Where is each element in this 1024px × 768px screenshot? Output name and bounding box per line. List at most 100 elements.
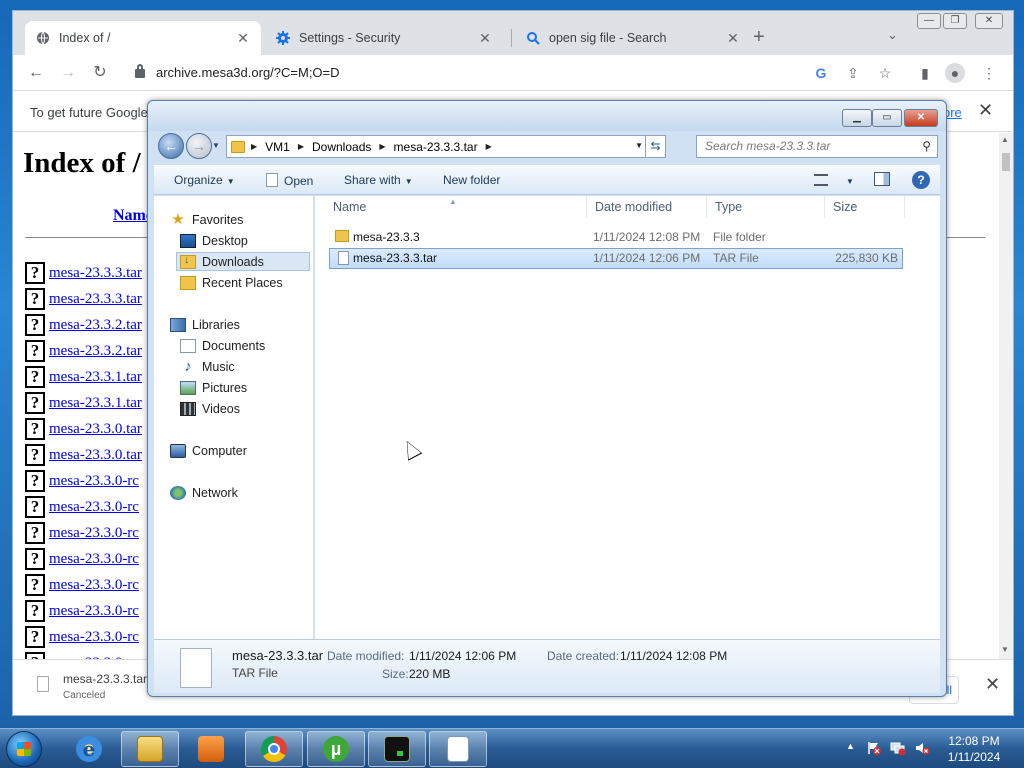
preview-pane-icon[interactable] — [874, 172, 890, 186]
menu-kebab-icon[interactable]: ⋮ — [979, 63, 999, 83]
search-input[interactable]: Search mesa-23.3.3.tar ⚲ — [696, 135, 938, 158]
column-header-name[interactable]: Name ▲ — [325, 196, 587, 218]
tab-settings-security[interactable]: Settings - Security ✕ — [265, 21, 503, 55]
nav-favorites[interactable]: ★ Favorites — [170, 210, 243, 229]
forward-icon[interactable]: → — [57, 62, 79, 84]
infobar-close-icon[interactable]: ✕ — [978, 100, 993, 121]
list-item-selected[interactable]: mesa-23.3.3.tar 1/11/2024 12:06 PM TAR F… — [329, 248, 903, 269]
file-link[interactable]: mesa-23.3.3.tar — [49, 291, 142, 308]
maximize-button[interactable]: ▭ — [872, 109, 902, 127]
taskbar-notepad[interactable] — [429, 731, 487, 767]
network-status-icon[interactable] — [890, 740, 906, 756]
file-link[interactable]: mesa-23.3.0-rc — [49, 525, 139, 542]
close-shelf-icon[interactable]: ✕ — [985, 674, 1000, 695]
action-center-flag-icon[interactable] — [866, 740, 882, 756]
volume-muted-icon[interactable] — [914, 740, 930, 756]
address-bar[interactable]: archive.mesa3d.org/?C=M;O=D — [156, 65, 340, 80]
nav-downloads[interactable]: Downloads — [176, 252, 310, 271]
taskbar-chrome[interactable] — [245, 731, 303, 767]
taskbar-utorrent[interactable]: µ — [307, 731, 365, 767]
file-link[interactable]: mesa-23.3.0-rc — [49, 473, 139, 490]
file-link[interactable]: mesa-23.3.2.tar — [49, 317, 142, 334]
list-item[interactable]: mesa-23.3.3 1/11/2024 12:08 PM File fold… — [329, 227, 903, 248]
file-link[interactable]: mesa-23.3.3.tar — [49, 265, 142, 282]
address-history-dropdown-icon[interactable]: ▼ — [635, 141, 643, 150]
nav-videos[interactable]: Videos — [180, 399, 240, 418]
close-tab-icon[interactable]: ✕ — [477, 30, 493, 47]
start-button[interactable] — [6, 731, 42, 767]
file-link[interactable]: mesa-23.3.0-rc — [49, 499, 139, 516]
nav-documents[interactable]: Documents — [180, 336, 265, 355]
breadcrumb-vm1[interactable]: VM1 — [265, 140, 290, 154]
new-folder-button[interactable]: New folder — [443, 173, 500, 187]
file-link[interactable]: mesa-23.3.0.tar — [49, 447, 142, 464]
forward-icon[interactable]: → — [186, 133, 212, 159]
close-tab-icon[interactable]: ✕ — [235, 30, 251, 47]
close-window-button[interactable]: ✕ — [975, 13, 1003, 29]
change-view-icon[interactable] — [814, 174, 828, 186]
google-lens-icon[interactable]: G — [811, 63, 831, 83]
taskbar-media-player[interactable] — [182, 731, 240, 767]
title-bar[interactable] — [148, 101, 946, 131]
chevron-right-icon[interactable]: ▶ — [298, 142, 304, 151]
close-button[interactable]: ✕ — [904, 109, 938, 127]
clock-date[interactable]: 1/11/2024 — [946, 750, 1002, 764]
taskbar-internet-explorer[interactable]: e — [60, 731, 118, 767]
file-link[interactable]: mesa-23.3.0-rc — [49, 629, 139, 646]
chevron-right-icon[interactable]: ▶ — [379, 142, 385, 151]
file-link[interactable]: mesa-23.3.0-rc — [49, 603, 139, 620]
profile-avatar-icon[interactable]: ● — [945, 63, 965, 83]
column-header-size[interactable]: Size — [825, 196, 905, 218]
close-tab-icon[interactable]: ✕ — [725, 30, 741, 47]
minimize-button[interactable]: ▁ — [842, 109, 872, 127]
back-icon[interactable]: ← — [25, 62, 47, 84]
nav-music[interactable]: ♪ Music — [180, 357, 234, 376]
bookmark-star-icon[interactable]: ☆ — [875, 63, 895, 83]
chevron-right-icon[interactable]: ▶ — [251, 142, 257, 151]
open-button[interactable]: Open — [266, 173, 313, 188]
share-icon[interactable]: ⇪ — [843, 63, 863, 83]
nav-desktop[interactable]: Desktop — [180, 231, 248, 250]
reload-icon[interactable]: ↻ — [89, 62, 111, 84]
recent-pages-dropdown-icon[interactable]: ▼ — [212, 141, 220, 150]
taskbar-command-prompt[interactable] — [368, 731, 426, 767]
nav-recent-places[interactable]: Recent Places — [180, 273, 283, 292]
taskbar-file-explorer[interactable] — [121, 731, 179, 767]
show-hidden-icons-icon[interactable]: ▲ — [846, 741, 855, 751]
tab-search-dropdown-icon[interactable]: ⌄ — [887, 27, 898, 43]
file-link[interactable]: mesa-23.3.1.tar — [49, 395, 142, 412]
page-scrollbar[interactable]: ▲ ▼ — [999, 133, 1013, 659]
nav-network[interactable]: Network — [170, 483, 238, 502]
chevron-right-icon[interactable]: ▶ — [486, 142, 492, 151]
restore-button[interactable]: ❐ — [943, 13, 967, 29]
scroll-up-icon[interactable]: ▲ — [1001, 135, 1009, 144]
help-icon[interactable]: ? — [912, 171, 930, 189]
scroll-down-icon[interactable]: ▼ — [1001, 645, 1009, 654]
lock-icon[interactable] — [135, 64, 145, 78]
breadcrumb-archive[interactable]: mesa-23.3.3.tar — [394, 140, 478, 154]
scrollbar-thumb[interactable] — [1002, 153, 1010, 171]
view-options-dropdown-icon[interactable]: ▼ — [842, 173, 854, 187]
clock-time[interactable]: 12:08 PM — [946, 734, 1002, 748]
tab-index-of[interactable]: Index of / ✕ — [25, 21, 261, 55]
nav-pictures[interactable]: Pictures — [180, 378, 247, 397]
file-link[interactable]: mesa-23.3.1.tar — [49, 369, 142, 386]
share-with-button[interactable]: Share with ▼ — [344, 173, 413, 187]
nav-computer[interactable]: Computer — [170, 441, 247, 460]
nav-libraries[interactable]: Libraries — [170, 315, 240, 334]
minimize-button[interactable]: — — [917, 13, 941, 29]
refresh-icon[interactable]: ⇆ — [645, 136, 665, 157]
tab-search[interactable]: open sig file - Search ✕ — [515, 21, 751, 55]
search-icon[interactable]: ⚲ — [922, 136, 931, 157]
address-bar[interactable]: ▶ VM1 ▶ Downloads ▶ mesa-23.3.3.tar ▶ ▼ … — [226, 135, 666, 158]
file-link[interactable]: mesa-23.3.2.tar — [49, 343, 142, 360]
column-header-type[interactable]: Type — [707, 196, 825, 218]
new-tab-button[interactable]: + — [753, 26, 765, 49]
side-panel-icon[interactable]: ▮ — [915, 63, 935, 83]
organize-button[interactable]: Organize ▼ — [174, 173, 235, 187]
column-header-date-modified[interactable]: Date modified — [587, 196, 707, 218]
breadcrumb-downloads[interactable]: Downloads — [312, 140, 371, 154]
file-link[interactable]: mesa-23.3.0-rc — [49, 551, 139, 568]
file-link[interactable]: mesa-23.3.0.tar — [49, 421, 142, 438]
file-link[interactable]: mesa-23.3.0-rc — [49, 577, 139, 594]
